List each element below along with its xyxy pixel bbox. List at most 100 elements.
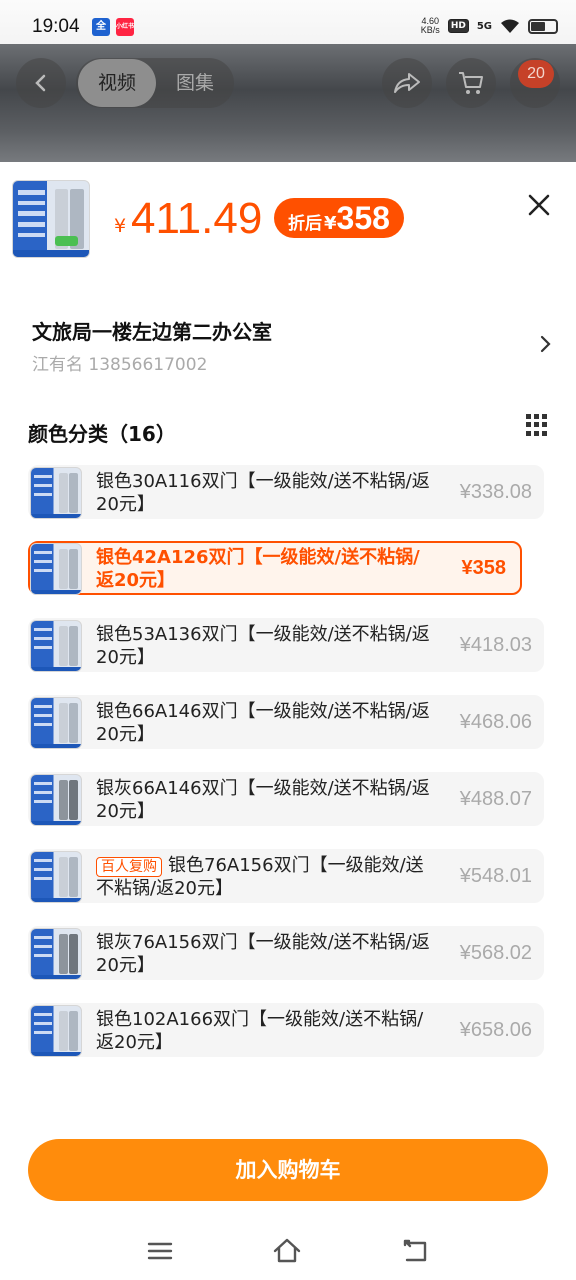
chevron-right-icon xyxy=(540,335,551,353)
thumb-line xyxy=(34,560,52,563)
sku-option[interactable]: 银色30A116双门【一级能效/送不粘锅/返20元】 ¥338.08 xyxy=(28,465,544,519)
thumb-fridge-door xyxy=(68,703,78,743)
thumb-footer xyxy=(31,820,81,825)
thumb-line xyxy=(34,484,52,487)
sku-thumbnail xyxy=(30,851,82,903)
thumb-line xyxy=(34,954,52,957)
thumb-line xyxy=(17,190,45,195)
app-notification-icon: 全 xyxy=(92,18,110,36)
thumb-fridge-door xyxy=(58,626,68,666)
sku-label: 银色42A126双门【一级能效/送不粘锅/返20元】 xyxy=(96,547,420,591)
sku-label-with-tag: 百人复购 银色76A156双门【一级能效/送不粘锅/返20元】 xyxy=(96,854,430,900)
thumb-fridge-door xyxy=(68,934,78,974)
thumb-footer xyxy=(31,666,81,671)
sku-price: ¥658.06 xyxy=(459,1019,532,1041)
tab-gallery[interactable]: 图集 xyxy=(176,58,214,108)
share-button[interactable] xyxy=(382,58,432,108)
thumb-line xyxy=(34,1013,52,1016)
thumb-fridge-door xyxy=(68,780,78,820)
tab-video[interactable]: 视频 xyxy=(78,59,156,107)
status-time: 19:04 xyxy=(32,16,80,37)
grid-dot xyxy=(534,414,539,419)
cart-button[interactable] xyxy=(446,58,496,108)
network-5g-icon: 5G xyxy=(476,20,492,32)
thumb-line xyxy=(34,723,52,726)
sku-option[interactable]: 银灰76A156双门【一级能效/送不粘锅/返20元】 ¥568.02 xyxy=(28,926,544,980)
sku-price: ¥488.07 xyxy=(459,788,532,810)
thumb-footer xyxy=(31,1051,81,1056)
sku-label: 银灰66A146双门【一级能效/送不粘锅/返20元】 xyxy=(96,778,430,822)
return-icon[interactable] xyxy=(401,1236,431,1266)
thumb-fridge-door xyxy=(58,1011,68,1051)
address-contact: 江有名 13856617002 xyxy=(32,355,208,375)
sku-price: ¥568.02 xyxy=(459,942,532,964)
thumb-line xyxy=(17,232,45,238)
sku-option-selected[interactable]: 银色42A126双门【一级能效/送不粘锅/返20元】 ¥358 xyxy=(28,541,522,595)
sku-thumbnail xyxy=(30,620,82,672)
color-section-title: 颜色分类（16） xyxy=(28,422,176,446)
thumb-line xyxy=(17,200,45,206)
thumb-footer xyxy=(31,513,81,518)
sku-option[interactable]: 银色53A136双门【一级能效/送不粘锅/返20元】 ¥418.03 xyxy=(28,618,544,672)
menu-icon[interactable] xyxy=(145,1236,175,1266)
thumb-fridge-door xyxy=(58,780,68,820)
net-speed-unit: KB/s xyxy=(420,25,440,35)
thumb-line xyxy=(34,868,52,871)
thumb-line xyxy=(34,800,52,803)
thumb-fridge-door xyxy=(68,857,78,897)
sku-price: ¥338.08 xyxy=(459,481,532,503)
product-thumbnail[interactable] xyxy=(12,180,90,258)
add-to-cart-button[interactable]: 加入购物车 xyxy=(28,1139,548,1201)
sku-thumbnail xyxy=(30,467,82,519)
back-button[interactable] xyxy=(16,58,66,108)
thumb-badge xyxy=(54,235,78,247)
home-icon[interactable] xyxy=(272,1236,302,1266)
sku-option[interactable]: 银色66A146双门【一级能效/送不粘锅/返20元】 ¥468.06 xyxy=(28,695,544,749)
thumb-line xyxy=(34,936,52,939)
sku-thumbnail xyxy=(30,543,82,595)
thumb-fridge-door xyxy=(58,857,68,897)
thumb-fridge-door xyxy=(68,1011,78,1051)
shipping-address-row[interactable]: 文旅局一楼左边第二办公室 江有名 13856617002 xyxy=(0,304,576,376)
sku-label: 银色53A136双门【一级能效/送不粘锅/返20元】 xyxy=(96,624,430,668)
system-navigation-bar xyxy=(0,1222,576,1280)
thumb-footer xyxy=(31,589,81,594)
thumb-fridge-door xyxy=(68,549,78,589)
sku-option[interactable]: 银色102A166双门【一级能效/送不粘锅/返20元】 ¥658.06 xyxy=(28,1003,544,1057)
sku-thumbnail xyxy=(30,774,82,826)
thumb-footer xyxy=(13,250,89,257)
thumb-line xyxy=(17,222,45,227)
close-icon[interactable] xyxy=(524,190,554,220)
grid-dot xyxy=(526,414,531,419)
thumb-line xyxy=(34,493,52,496)
sku-price: ¥418.03 xyxy=(459,634,532,656)
battery-icon xyxy=(528,18,558,34)
sku-option[interactable]: 银灰66A146双门【一级能效/送不粘锅/返20元】 ¥488.07 xyxy=(28,772,544,826)
thumb-footer xyxy=(31,897,81,902)
thumb-fridge-door xyxy=(58,934,68,974)
sku-selector-sheet: ¥ 411.49 折后 ¥ 358 文旅局一楼左边第二办公室 江有名 13856… xyxy=(0,162,576,1280)
hd-icon: HD xyxy=(447,19,469,33)
thumb-fridge-door xyxy=(58,703,68,743)
sku-price: ¥358 xyxy=(461,557,507,579)
thumb-line xyxy=(34,551,52,554)
share-icon xyxy=(394,73,420,93)
grid-dot xyxy=(534,430,539,436)
cart-count-badge: 20 xyxy=(518,60,554,88)
thumb-line xyxy=(34,714,52,717)
thumb-fridge-door xyxy=(68,626,78,666)
after-discount-pill: 折后 ¥ 358 xyxy=(274,198,404,238)
thumb-line xyxy=(17,211,45,216)
sku-option[interactable]: 百人复购 银色76A156双门【一级能效/送不粘锅/返20元】 ¥548.01 xyxy=(28,849,544,903)
wifi-icon xyxy=(501,19,519,33)
grid-view-icon[interactable] xyxy=(526,414,548,436)
grid-dot xyxy=(542,414,547,419)
thumb-line xyxy=(34,705,52,708)
status-right-group: 4.60 KB/s HD 5G xyxy=(421,17,558,35)
thumb-line xyxy=(34,945,52,948)
sku-thumbnail xyxy=(30,1005,82,1057)
sku-price: ¥548.01 xyxy=(459,865,532,887)
thumb-fridge-door xyxy=(58,473,68,513)
price-value: 411.49 xyxy=(131,194,263,243)
thumb-line xyxy=(34,859,52,862)
